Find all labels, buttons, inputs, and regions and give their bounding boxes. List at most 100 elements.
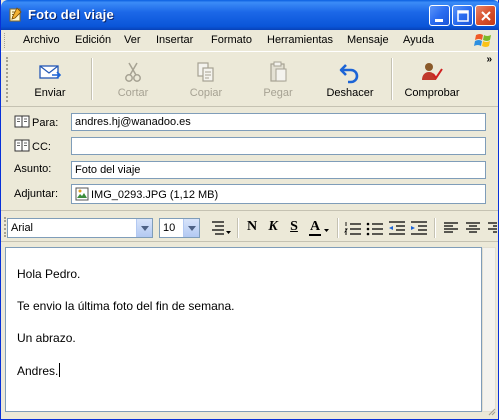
scissors-icon — [121, 60, 145, 84]
send-button[interactable]: Enviar — [15, 56, 85, 104]
numbered-list-button[interactable] — [343, 219, 363, 237]
image-file-icon — [75, 187, 89, 201]
undo-label: Deshacer — [326, 87, 374, 99]
vertical-scrollbar[interactable] — [482, 247, 496, 412]
attachment-name[interactable]: IMG_0293.JPG (1,12 MB) — [91, 189, 218, 201]
body-line: Un abrazo. — [17, 331, 76, 345]
windows-logo-icon — [472, 31, 496, 51]
menu-herramientas[interactable]: Herramientas — [267, 34, 333, 46]
font-size-select[interactable]: 10 — [159, 218, 200, 238]
send-envelope-icon — [38, 60, 62, 84]
maximize-icon — [457, 10, 469, 22]
align-center-icon — [466, 222, 480, 233]
paragraph-style-button[interactable] — [210, 219, 232, 237]
address-book-icon — [14, 115, 30, 128]
message-body[interactable]: Hola Pedro. Te envio la última foto del … — [5, 247, 482, 412]
to-label-text: Para: — [32, 117, 59, 129]
title-bar[interactable]: Foto del viaje — [1, 0, 499, 30]
font-color-button[interactable]: A — [307, 219, 333, 237]
cc-field[interactable] — [71, 137, 486, 155]
attach-field[interactable]: IMG_0293.JPG (1,12 MB) — [71, 184, 486, 204]
text-caret — [59, 363, 61, 377]
body-line: Te envio la última foto del fin de seman… — [17, 299, 235, 313]
address-book-icon — [14, 139, 30, 152]
format-separator — [337, 218, 339, 238]
body-line-last: Andres. — [17, 363, 61, 378]
subject-field[interactable]: Foto del viaje — [71, 161, 486, 179]
copy-icon — [194, 60, 218, 84]
message-body-area: Hola Pedro. Te envio la última foto del … — [1, 243, 498, 418]
close-icon — [481, 11, 491, 21]
toolbar-separator — [91, 58, 93, 100]
undo-arrow-icon — [338, 60, 362, 84]
check-names-button[interactable]: Comprobar — [397, 56, 467, 104]
menu-mensaje[interactable]: Mensaje — [347, 34, 389, 46]
cut-button[interactable]: Cortar — [98, 56, 168, 104]
maximize-button[interactable] — [452, 5, 473, 26]
align-left-button[interactable] — [441, 219, 461, 237]
chevron-down-icon[interactable] — [136, 219, 152, 237]
minimize-icon — [435, 19, 443, 22]
format-separator — [434, 218, 436, 238]
decrease-indent-button[interactable] — [387, 219, 407, 237]
menu-formato[interactable]: Formato — [211, 34, 252, 46]
decrease-indent-icon — [389, 221, 405, 235]
spellcheck-icon — [420, 60, 444, 84]
menu-ayuda[interactable]: Ayuda — [403, 34, 434, 46]
paragraph-style-icon — [212, 221, 231, 235]
menu-insertar[interactable]: Insertar — [156, 34, 193, 46]
paste-button[interactable]: Pegar — [243, 56, 313, 104]
bullet-list-button[interactable] — [365, 219, 385, 237]
align-left-icon — [444, 222, 458, 233]
paste-label: Pegar — [263, 87, 293, 99]
message-header-fields: Para: andres.hj@wanadoo.es CC: Asunto: F… — [1, 108, 498, 210]
resize-grip-icon[interactable] — [486, 406, 496, 416]
format-toolbar: Arial 10 N K S A — [1, 210, 498, 242]
increase-indent-button[interactable] — [409, 219, 429, 237]
align-right-button[interactable] — [485, 219, 497, 237]
numbered-list-icon — [344, 222, 361, 235]
body-line: Andres. — [17, 364, 59, 378]
align-center-button[interactable] — [463, 219, 483, 237]
minimize-button[interactable] — [429, 5, 450, 26]
menu-ver[interactable]: Ver — [124, 34, 141, 46]
standard-toolbar: Enviar Cortar Copiar Pegar Deshacer Comp… — [1, 51, 498, 107]
window-title: Foto del viaje — [28, 7, 114, 22]
font-color-icon — [309, 229, 329, 236]
compose-window: Foto del viaje Archivo Edición Ver Inser… — [0, 0, 499, 420]
paste-icon — [266, 60, 290, 84]
attach-label: Adjuntar: — [14, 188, 59, 200]
menu-grip[interactable] — [4, 33, 7, 48]
menu-archivo[interactable]: Archivo — [23, 34, 60, 46]
to-field-label[interactable]: Para: — [14, 115, 58, 129]
undo-button[interactable]: Deshacer — [315, 56, 385, 104]
format-separator — [237, 218, 239, 238]
bold-button[interactable]: N — [243, 219, 261, 237]
italic-button[interactable]: K — [264, 219, 282, 237]
body-line: Hola Pedro. — [17, 267, 81, 281]
font-name: Arial — [11, 222, 34, 234]
bullet-list-icon — [366, 222, 383, 236]
cut-label: Cortar — [117, 87, 149, 99]
check-names-label: Comprobar — [404, 87, 460, 99]
align-right-icon — [488, 222, 497, 233]
cc-label-text: CC: — [32, 141, 51, 153]
font-select[interactable]: Arial — [7, 218, 153, 238]
toolbar-grip[interactable] — [6, 57, 9, 102]
send-label: Enviar — [34, 87, 66, 99]
copy-label: Copiar — [189, 87, 223, 99]
copy-button[interactable]: Copiar — [171, 56, 241, 104]
menu-edicion[interactable]: Edición — [75, 34, 111, 46]
subject-label: Asunto: — [14, 163, 52, 175]
increase-indent-icon — [411, 221, 427, 235]
font-size-value: 10 — [163, 222, 176, 234]
compose-mail-icon — [7, 7, 23, 23]
toolbar-overflow-chevron[interactable]: » — [486, 54, 492, 65]
close-button[interactable] — [475, 5, 496, 26]
toolbar-separator — [391, 58, 393, 100]
cc-field-label[interactable]: CC: — [14, 139, 51, 153]
menu-bar: Archivo Edición Ver Insertar Formato Her… — [1, 30, 498, 51]
to-field[interactable]: andres.hj@wanadoo.es — [71, 113, 486, 131]
underline-button[interactable]: S — [285, 219, 303, 237]
chevron-down-icon[interactable] — [183, 219, 199, 237]
